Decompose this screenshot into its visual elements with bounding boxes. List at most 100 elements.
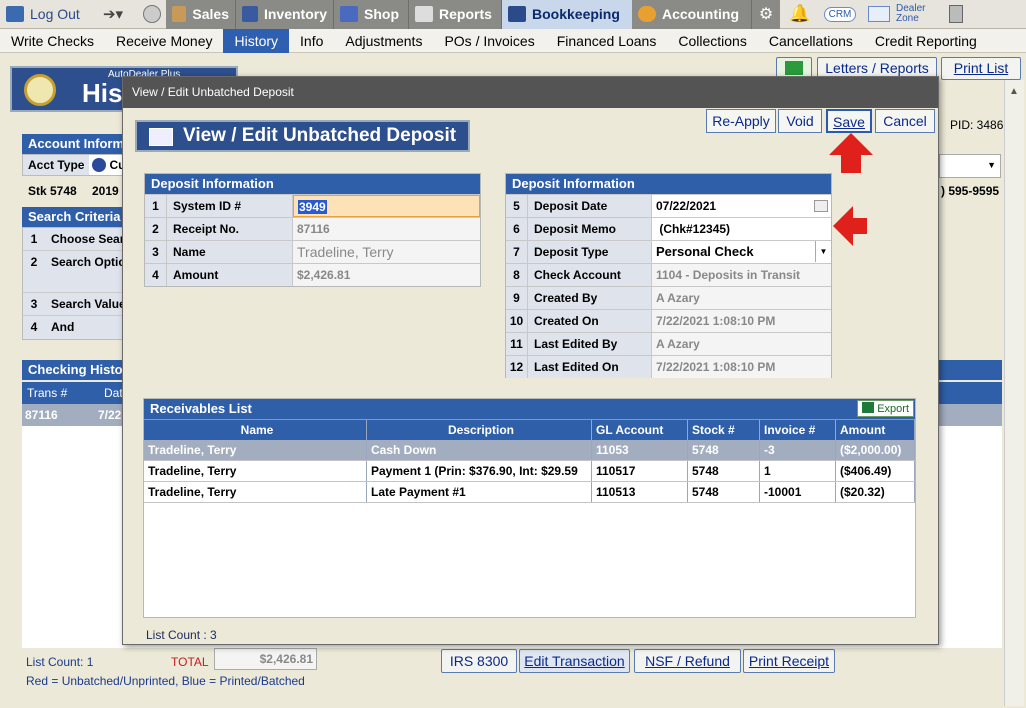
cell-name: Tradeline, Terry [144, 440, 367, 460]
sc-row: 3 Search Value [23, 293, 131, 316]
col-stock[interactable]: Stock # [688, 420, 760, 440]
calculator-icon[interactable] [936, 0, 976, 29]
save-button[interactable]: Save [826, 109, 872, 133]
field-number: 8 [506, 264, 528, 286]
tab-reports-label: Reports [439, 6, 492, 22]
sc-row-number: 4 [23, 316, 45, 339]
list-count: List Count: 1 [26, 655, 94, 669]
cancel-button[interactable]: Cancel [875, 109, 935, 133]
deposit-date-input[interactable]: 07/22/2021 [652, 195, 831, 217]
tab-sales[interactable]: Sales [166, 0, 236, 29]
row-trans: 87116 [25, 408, 58, 422]
table-row[interactable]: Tradeline, Terry Cash Down 11053 5748 -3… [144, 440, 915, 461]
reapply-button[interactable]: Re-Apply [706, 109, 776, 133]
gear-icon[interactable]: ⚙ [752, 0, 780, 29]
cell-amount: ($406.49) [836, 461, 915, 481]
search-criteria-grid: 1 Choose Sear 2 Search Optic 3 Search Value… [22, 227, 132, 340]
cell-stock: 5748 [688, 440, 760, 460]
field-number: 3 [145, 241, 167, 263]
edit-transaction-button[interactable]: Edit Transaction [519, 649, 630, 673]
deposit-info-right: Deposit Information 5 Deposit Date 07/22/2… [505, 173, 832, 378]
dealer-zone-label-2: Zone [896, 13, 919, 24]
system-id-input[interactable]: 3949 [293, 195, 480, 217]
check-account-value: 1104 - Deposits in Transit [652, 264, 831, 286]
field-label: Deposit Type [528, 241, 652, 263]
menu-collections[interactable]: Collections [667, 29, 757, 53]
tab-inventory[interactable]: Inventory [236, 0, 334, 29]
dealer-zone-icon[interactable]: Dealer Zone [860, 0, 936, 29]
menu-adjustments[interactable]: Adjustments [334, 29, 433, 53]
field-label: System ID # [167, 195, 293, 217]
field-receipt-no: 2 Receipt No. 87116 [145, 217, 480, 240]
field-number: 6 [506, 218, 528, 240]
sales-icon [172, 6, 187, 22]
pid-text: PID: 3486 [950, 118, 1004, 132]
irs-8300-button[interactable]: IRS 8300 [441, 649, 517, 673]
receivables-header: Receivables List Export [144, 399, 915, 419]
tab-bookkeeping[interactable]: Bookkeeping [502, 0, 632, 29]
field-label: Receipt No. [167, 218, 293, 240]
col-gl-account[interactable]: GL Account [592, 420, 688, 440]
deposit-type-select[interactable]: Personal Check ▼ [652, 241, 831, 263]
menu-write-checks[interactable]: Write Checks [0, 29, 105, 53]
field-amount: 4 Amount $2,426.81 [145, 263, 480, 286]
vehicle-year: 2019 [92, 184, 119, 198]
logout-button[interactable]: Log Out [0, 0, 88, 29]
field-label: Created By [528, 287, 652, 309]
col-description[interactable]: Description [367, 420, 592, 440]
field-label: Name [167, 241, 293, 263]
wrench-icon [340, 6, 358, 22]
menu-credit-reporting[interactable]: Credit Reporting [864, 29, 988, 53]
dialog-title-bar: View / Edit Unbatched Deposit [123, 77, 938, 108]
table-row[interactable]: Tradeline, Terry Late Payment #1 110513 … [144, 482, 915, 503]
user-face-icon[interactable] [138, 0, 166, 29]
page-title: His [82, 78, 123, 108]
info-circle-icon[interactable] [92, 158, 107, 172]
menu-pos-invoices[interactable]: POs / Invoices [433, 29, 545, 53]
col-invoice[interactable]: Invoice # [760, 420, 836, 440]
col-amount[interactable]: Amount [836, 420, 915, 440]
vertical-scrollbar[interactable]: ▲ [1004, 80, 1024, 706]
bookkeeping-menu: Write Checks Receive Money History Info … [0, 28, 1026, 53]
bell-icon[interactable]: 🔔 [780, 0, 820, 29]
export-button[interactable]: Export [857, 400, 914, 417]
back-forward-icon[interactable]: ➔▾ [88, 0, 138, 29]
tab-bookkeeping-label: Bookkeeping [532, 6, 620, 22]
annotation-arrow-up-icon [829, 133, 873, 173]
phone-number: ) 595-9595 [941, 184, 1000, 198]
field-deposit-memo: 6 Deposit Memo (Chk#12345) [506, 217, 831, 240]
menu-history[interactable]: History [223, 28, 290, 53]
print-list-button[interactable]: Print List [941, 57, 1021, 80]
amount-value: $2,426.81 [293, 264, 480, 286]
calendar-icon[interactable] [814, 200, 828, 212]
sc-row-number: 2 [23, 251, 45, 292]
cell-stock: 5748 [688, 482, 760, 502]
car-icon [242, 6, 258, 22]
void-button[interactable]: Void [778, 109, 822, 133]
print-receipt-button[interactable]: Print Receipt [743, 649, 835, 673]
field-number: 2 [145, 218, 167, 240]
deposit-memo-input[interactable]: (Chk#12345) [652, 218, 831, 240]
chevron-down-icon[interactable]: ▼ [815, 241, 831, 262]
export-label: Export [877, 403, 909, 415]
tab-accounting[interactable]: Accounting [632, 0, 752, 29]
background-dropdown[interactable]: ▼ [939, 154, 1001, 178]
acct-type-row: Acct Type Cu [22, 154, 132, 176]
menu-cancellations[interactable]: Cancellations [758, 29, 864, 53]
deposit-date-value: 07/22/2021 [656, 199, 717, 213]
book-icon [508, 6, 526, 22]
edit-deposit-dialog: View / Edit Unbatched Deposit View / Edi… [122, 76, 939, 645]
menu-receive-money[interactable]: Receive Money [105, 29, 224, 53]
table-row[interactable]: Tradeline, Terry Payment 1 (Prin: $376.9… [144, 461, 915, 482]
field-label: Deposit Date [528, 195, 652, 217]
col-name[interactable]: Name [144, 420, 367, 440]
deposit-type-value: Personal Check [656, 244, 754, 259]
menu-info[interactable]: Info [289, 29, 334, 53]
crm-icon[interactable]: CRM [820, 0, 860, 29]
nsf-refund-button[interactable]: NSF / Refund [634, 649, 741, 673]
menu-financed-loans[interactable]: Financed Loans [546, 29, 668, 53]
tab-shop[interactable]: Shop [334, 0, 409, 29]
field-name: 3 Name Tradeline, Terry [145, 240, 480, 263]
tab-reports[interactable]: Reports [409, 0, 502, 29]
excel-icon [862, 402, 875, 413]
